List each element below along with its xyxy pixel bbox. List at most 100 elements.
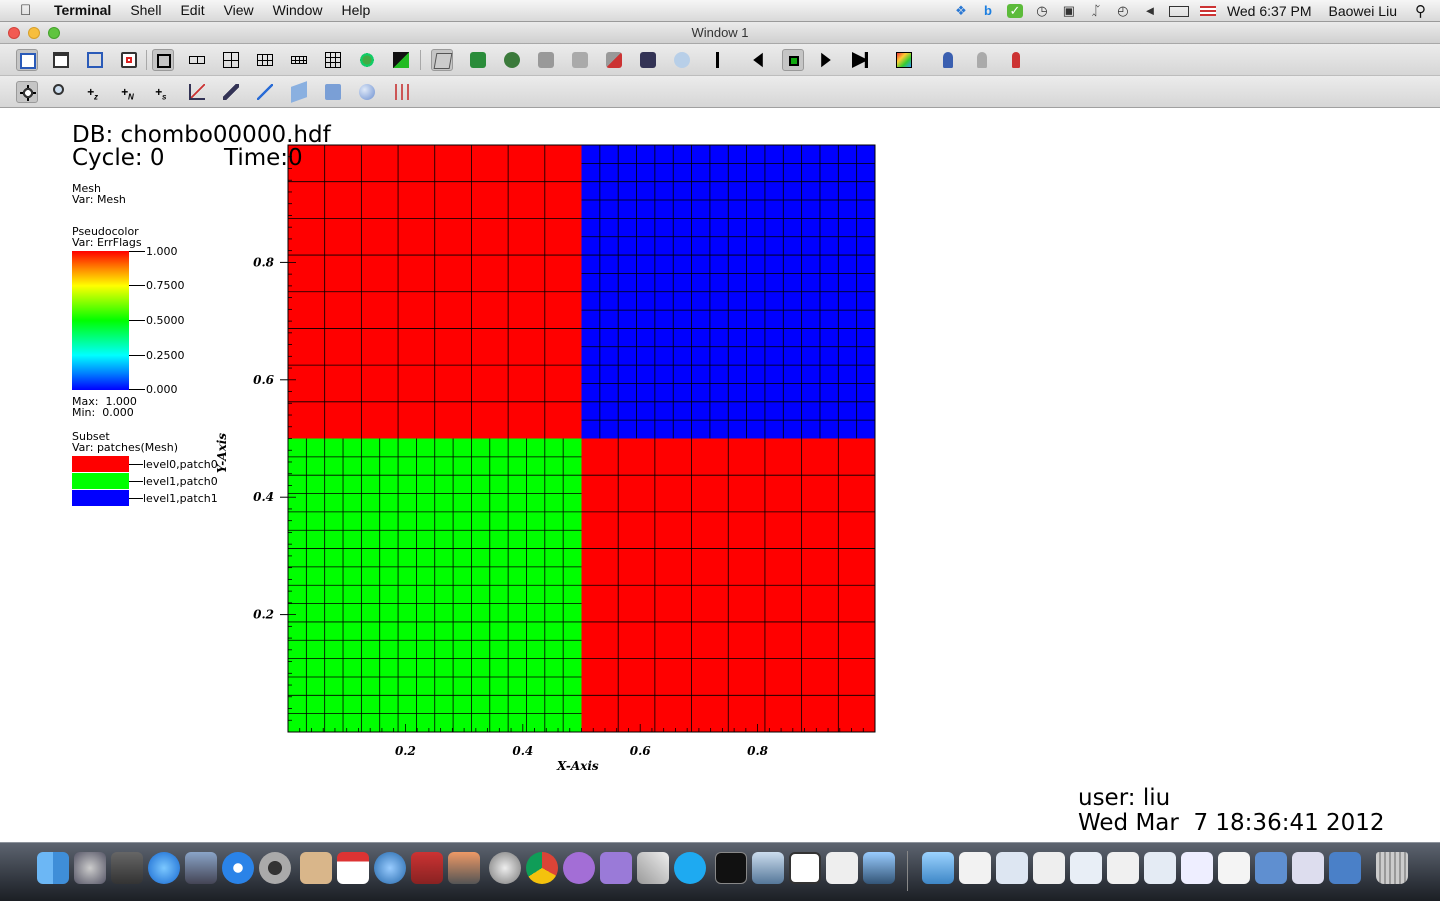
- menubar-clock[interactable]: Wed 6:37 PM: [1227, 3, 1312, 19]
- evernote-icon[interactable]: ✓: [1006, 4, 1023, 18]
- lock-view-button[interactable]: [356, 49, 378, 71]
- redo-view-button[interactable]: [637, 49, 659, 71]
- minimized-window-icon[interactable]: [1107, 852, 1139, 884]
- address-book-icon[interactable]: [300, 852, 332, 884]
- new-window-button[interactable]: [50, 49, 72, 71]
- minimized-window-icon[interactable]: [1033, 852, 1065, 884]
- iphoto-icon[interactable]: [448, 852, 480, 884]
- zoom-mode-button[interactable]: [50, 81, 72, 103]
- apple-menu-icon[interactable]: : [20, 2, 31, 19]
- b-app-icon[interactable]: b: [980, 4, 996, 18]
- play-button[interactable]: [815, 49, 837, 71]
- lock-time-button[interactable]: [390, 49, 412, 71]
- stop-button[interactable]: [782, 49, 804, 71]
- facetime-icon[interactable]: [259, 852, 291, 884]
- menu-help[interactable]: Help: [341, 2, 370, 18]
- preview-icon[interactable]: [752, 852, 784, 884]
- menu-app[interactable]: Terminal: [54, 2, 111, 18]
- emacs-icon[interactable]: [563, 852, 595, 884]
- last-frame-button[interactable]: [849, 49, 871, 71]
- first-frame-button[interactable]: [713, 49, 735, 71]
- app-store-icon[interactable]: [148, 852, 180, 884]
- menu-edit[interactable]: Edit: [180, 2, 204, 18]
- navigate-mode-button[interactable]: [16, 81, 38, 103]
- tex-file-icon[interactable]: [959, 852, 991, 884]
- invert-background-button[interactable]: [671, 49, 693, 71]
- point-tool-button[interactable]: [220, 81, 242, 103]
- trash-icon[interactable]: [1376, 852, 1408, 884]
- battery-icon[interactable]: [1168, 6, 1189, 17]
- box-tool-button[interactable]: [322, 81, 344, 103]
- minimized-window-icon[interactable]: [1218, 852, 1250, 884]
- chrome-icon[interactable]: [526, 852, 558, 884]
- lineout-button[interactable]: [186, 81, 208, 103]
- layout-3x3-button[interactable]: [322, 49, 344, 71]
- menu-window[interactable]: Window: [273, 2, 323, 18]
- window-minimize-button[interactable]: [28, 27, 40, 39]
- safari-icon[interactable]: [222, 852, 254, 884]
- reset-view-button[interactable]: [535, 49, 557, 71]
- launchpad-icon[interactable]: [74, 852, 106, 884]
- system-preferences-icon[interactable]: [489, 852, 521, 884]
- visualization-window[interactable]: DB: chombo00000.hdf Cycle: 0 Time:0 Mesh…: [0, 108, 1440, 842]
- word-icon[interactable]: [600, 852, 632, 884]
- delete-window-button[interactable]: [118, 49, 140, 71]
- visit-icon[interactable]: [863, 852, 895, 884]
- time-machine-icon[interactable]: ◷: [1034, 4, 1050, 18]
- copy-plots-button[interactable]: [937, 49, 959, 71]
- zone-pick-button[interactable]: +z: [84, 81, 106, 103]
- choose-view-button[interactable]: [501, 49, 523, 71]
- axis-restriction-button[interactable]: [390, 81, 412, 103]
- photo-booth-icon[interactable]: [411, 852, 443, 884]
- layout-3x2-button[interactable]: [254, 49, 276, 71]
- minimized-window-icon[interactable]: [1255, 852, 1287, 884]
- paste-plots-button[interactable]: [971, 49, 993, 71]
- clone-window-button[interactable]: [84, 49, 106, 71]
- window-zoom-button[interactable]: [48, 27, 60, 39]
- minimized-window-icon[interactable]: [1070, 852, 1102, 884]
- menubar-user[interactable]: Baowei Liu: [1329, 3, 1398, 19]
- plane-tool-button[interactable]: [288, 81, 310, 103]
- spotlight-search-icon[interactable]: ⚲: [1415, 2, 1426, 20]
- menu-shell[interactable]: Shell: [130, 2, 161, 18]
- layout-1x1-button[interactable]: [152, 49, 174, 71]
- save-view-button[interactable]: [467, 49, 489, 71]
- folder-icon[interactable]: [922, 852, 954, 884]
- utilities-icon[interactable]: [637, 852, 669, 884]
- finder-icon[interactable]: [37, 852, 69, 884]
- clear-plots-button[interactable]: [1005, 49, 1027, 71]
- document-icon[interactable]: [826, 852, 858, 884]
- minimized-window-icon[interactable]: [1144, 852, 1176, 884]
- pick-window-button[interactable]: [893, 49, 915, 71]
- us-flag-icon[interactable]: [1199, 6, 1216, 16]
- calendar-icon[interactable]: [337, 852, 369, 884]
- x11-icon[interactable]: [789, 852, 821, 884]
- mission-control-icon[interactable]: [111, 852, 143, 884]
- active-window-toggle-button[interactable]: [16, 49, 38, 71]
- layout-4x2-button[interactable]: [288, 49, 310, 71]
- mesh-plot[interactable]: 0.2 0.4 0.6 0.8 0.2 0.4 0.6 0.8: [0, 108, 900, 842]
- minimized-window-icon[interactable]: [1181, 852, 1213, 884]
- window-close-button[interactable]: [8, 27, 20, 39]
- layout-2x2-button[interactable]: [220, 49, 242, 71]
- mail-stamp-icon[interactable]: [185, 852, 217, 884]
- undo-view-button[interactable]: [603, 49, 625, 71]
- spin-mode-button[interactable]: [431, 49, 453, 71]
- skype-icon[interactable]: [674, 852, 706, 884]
- dropbox-icon[interactable]: ❖: [953, 4, 969, 18]
- wifi-icon[interactable]: ◴: [1115, 4, 1131, 18]
- spreadsheet-pick-button[interactable]: +s: [152, 81, 174, 103]
- terminal-icon[interactable]: [715, 852, 747, 884]
- step-back-button[interactable]: [747, 49, 769, 71]
- minimized-window-icon[interactable]: [1292, 852, 1324, 884]
- bluetooth-icon[interactable]: ᛢ: [1088, 4, 1104, 18]
- itunes-icon[interactable]: [374, 852, 406, 884]
- minimized-window-icon[interactable]: [1329, 852, 1361, 884]
- binoculars-icon[interactable]: ▣: [1061, 4, 1077, 18]
- recenter-view-button[interactable]: [569, 49, 591, 71]
- minimized-window-icon[interactable]: [996, 852, 1028, 884]
- layout-1x2-button[interactable]: [186, 49, 208, 71]
- line-tool-button[interactable]: [254, 81, 276, 103]
- volume-icon[interactable]: ◄: [1142, 4, 1158, 18]
- menu-view[interactable]: View: [224, 2, 254, 18]
